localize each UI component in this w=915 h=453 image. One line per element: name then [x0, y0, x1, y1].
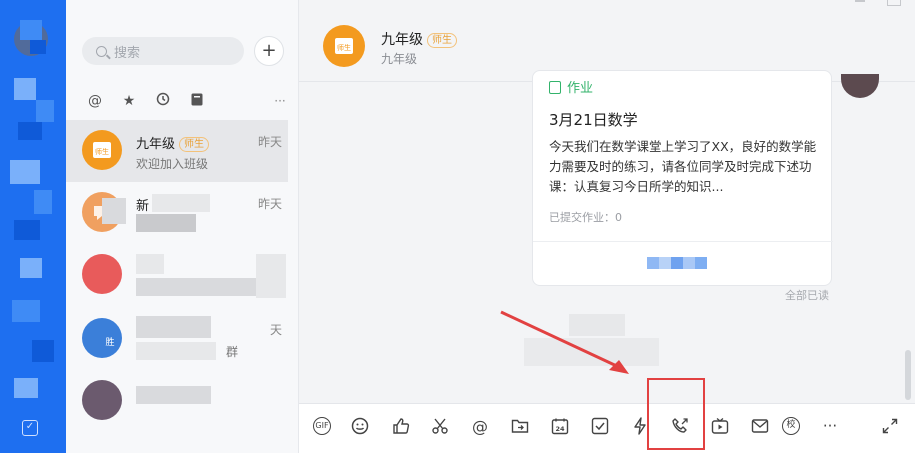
conversation-title: 九年级 师生	[136, 133, 210, 152]
read-status: 全部已读	[785, 289, 829, 302]
blurred-region	[136, 278, 256, 296]
conversation-time: 昨天	[257, 197, 282, 211]
homework-type: 作业	[549, 77, 593, 96]
blurred-region	[14, 78, 36, 100]
more-filters-icon[interactable]: ···	[270, 94, 290, 108]
teacher-student-badge: 师生	[179, 137, 210, 152]
teacher-student-badge: 师生	[427, 33, 457, 48]
svg-text:24: 24	[555, 425, 565, 433]
add-button[interactable]: +	[254, 36, 284, 66]
mention-icon[interactable]: @	[469, 415, 491, 437]
gif-icon[interactable]: GIF	[311, 415, 333, 437]
blurred-region	[10, 160, 40, 184]
expand-icon[interactable]	[879, 415, 901, 437]
conversation-item[interactable]	[66, 244, 288, 306]
blurred-region	[152, 194, 210, 212]
folder-icon[interactable]	[509, 415, 531, 437]
mail-icon[interactable]	[749, 415, 771, 437]
conversation-item[interactable]	[66, 370, 288, 432]
homework-status: 已提交作业：0	[549, 211, 622, 224]
blurred-region	[102, 198, 126, 224]
highlight-box	[647, 378, 705, 450]
mention-filter-icon[interactable]: @	[78, 93, 112, 109]
live-video-icon[interactable]	[709, 415, 731, 437]
annotation-arrow	[500, 310, 629, 374]
input-toolbar: GIF @ 24 校 ···	[299, 403, 915, 453]
conversation-panel: 搜索 + @ ★ ··· 师生 九年级 师生 欢迎加入班级 昨天 新 昨天 胜 …	[66, 0, 360, 453]
school-icon[interactable]: 校	[780, 415, 802, 437]
conversation-item[interactable]: 新 昨天	[66, 182, 288, 244]
class-avatar[interactable]: 师生	[323, 25, 365, 67]
checkbox-task-icon[interactable]	[589, 415, 611, 437]
card-action-blurred[interactable]	[647, 257, 719, 271]
nav-rail: ✓	[0, 0, 66, 453]
blurred-region	[32, 340, 54, 362]
archive-icon[interactable]	[180, 93, 214, 110]
blurred-region	[14, 220, 40, 240]
blurred-region	[136, 342, 216, 360]
filter-bar: @ ★ ···	[78, 92, 290, 110]
search-input[interactable]: 搜索	[82, 37, 244, 65]
blurred-region	[136, 316, 211, 338]
svg-text:师生: 师生	[337, 43, 351, 52]
conversation-time: 天	[269, 323, 282, 337]
chat-subtitle: 九年级	[381, 52, 418, 66]
maximize-button[interactable]	[887, 0, 901, 6]
blurred-region	[136, 214, 196, 232]
blurred-region	[136, 386, 211, 404]
search-icon	[96, 45, 107, 57]
chat-title: 九年级 师生	[381, 29, 457, 49]
conversation-avatar	[82, 254, 122, 294]
blurred-region	[12, 300, 40, 322]
homework-card[interactable]: 作业 3月21日数学 今天我们在数学课堂上学习了XX，良好的数学能力需要及时的练…	[532, 70, 833, 286]
scissors-icon[interactable]	[429, 415, 451, 437]
chat-scrollbar[interactable]	[905, 350, 911, 400]
conversation-avatar: 胜	[82, 318, 122, 358]
search-placeholder: 搜索	[114, 45, 141, 61]
emoji-icon[interactable]	[349, 415, 371, 437]
blurred-region	[14, 378, 38, 398]
star-filter-icon[interactable]: ★	[112, 93, 146, 109]
conversation-item[interactable]: 胜 群 天	[66, 308, 288, 370]
conversation-time: 昨天	[257, 135, 282, 149]
conversation-title: 新	[136, 199, 150, 214]
chat-panel: 师生 九年级 师生 九年级 作业 3月21日数学 今天我们在数学课堂上学习了XX，…	[299, 0, 915, 453]
blurred-region	[36, 100, 54, 122]
homework-body: 今天我们在数学课堂上学习了XX，良好的数学能力需要及时的练习，请各位同学及时完成…	[549, 139, 817, 194]
class-avatar: 师生	[82, 130, 122, 170]
conversation-item[interactable]: 师生 九年级 师生 欢迎加入班级 昨天	[66, 120, 288, 182]
homework-icon	[549, 81, 561, 94]
blurred-region	[34, 190, 52, 214]
minimize-button[interactable]	[855, 0, 865, 2]
blurred-region	[256, 254, 286, 298]
blurred-region	[20, 258, 42, 278]
blurred-region	[136, 254, 164, 274]
sender-avatar[interactable]	[841, 74, 879, 98]
blurred-region	[30, 40, 46, 54]
card-divider	[533, 241, 833, 242]
more-tools-icon[interactable]: ···	[819, 415, 841, 437]
recent-clock-icon[interactable]	[146, 92, 180, 110]
blurred-region	[20, 20, 42, 40]
checklist-icon[interactable]: ✓	[22, 420, 38, 436]
conversation-avatar	[82, 380, 122, 420]
thumbs-up-icon[interactable]	[390, 415, 412, 437]
conversation-preview: 欢迎加入班级	[136, 157, 209, 171]
homework-title: 3月21日数学	[549, 111, 638, 129]
blurred-region	[18, 122, 42, 140]
svg-text:师生: 师生	[95, 147, 109, 156]
conversation-preview: 群	[226, 345, 239, 359]
app-window: ✓ 搜索 + @ ★ ··· 师生 九年级 师生 欢迎加入班级 昨天 新 昨天 …	[0, 0, 915, 453]
svg-text:胜: 胜	[105, 337, 114, 348]
calendar-icon[interactable]: 24	[549, 415, 571, 437]
